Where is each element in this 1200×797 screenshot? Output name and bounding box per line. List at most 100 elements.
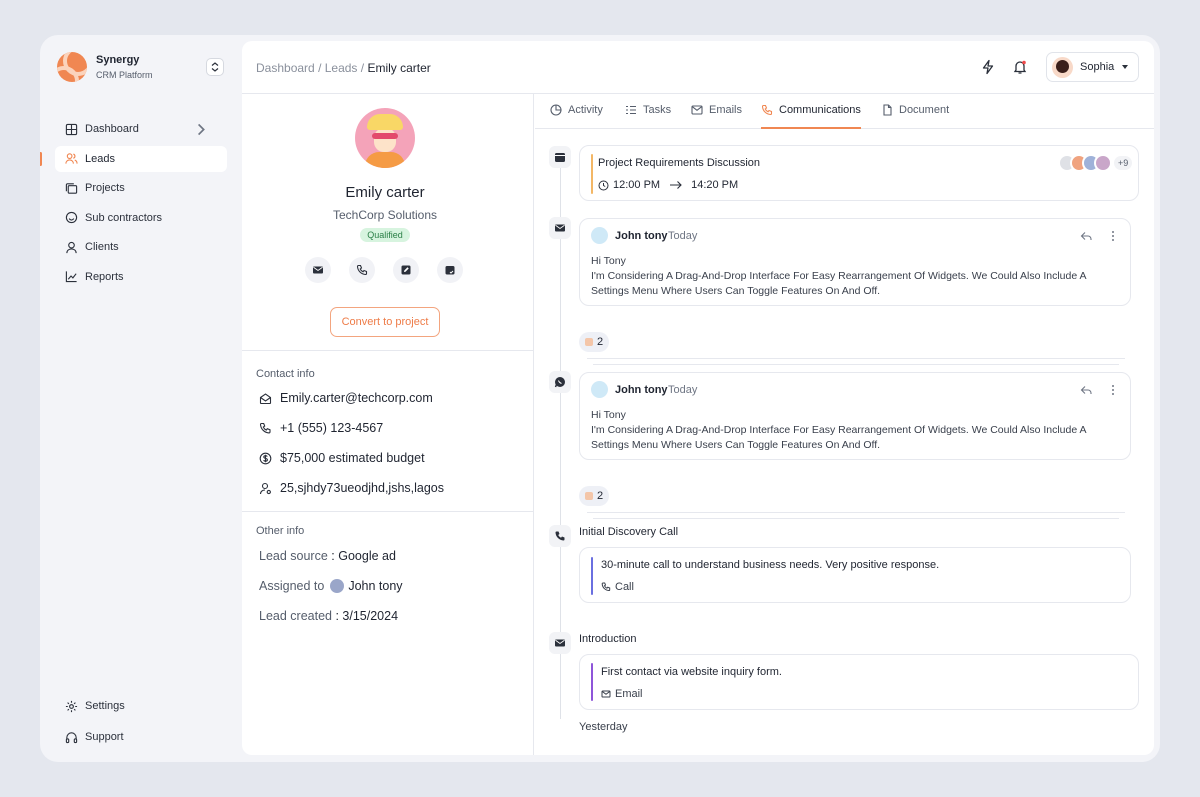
chat-bubble-icon xyxy=(554,377,565,388)
brand-subtitle: CRM Platform xyxy=(96,70,153,80)
breadcrumb-current: Emily carter xyxy=(367,61,431,75)
status-badge: Qualified xyxy=(360,228,410,242)
quick-actions xyxy=(305,257,481,283)
intro-title: Introduction xyxy=(579,633,637,645)
lead-created-label: Lead created xyxy=(259,609,332,623)
sidebar-item-label: Clients xyxy=(85,241,119,254)
call-type: Call xyxy=(601,581,634,593)
intro-summary: First contact via website inquiry form. xyxy=(601,666,782,678)
assigned-to-value[interactable]: John tony xyxy=(348,579,402,593)
chart-line-icon xyxy=(65,271,77,283)
bell-icon[interactable] xyxy=(1012,59,1028,75)
message-greeting: Hi Tony xyxy=(591,409,626,421)
note-action-button[interactable] xyxy=(393,257,419,283)
call-title: Initial Discovery Call xyxy=(579,526,679,538)
activity-panel: Activity Tasks Emails Communications Doc… xyxy=(535,94,1154,755)
lead-profile-panel: Emily carter TechCorp Solutions Qualifie… xyxy=(242,94,534,755)
call-accent-bar xyxy=(591,557,593,595)
intro-type-label: Email xyxy=(615,688,643,700)
brand-name: Synergy xyxy=(96,54,140,66)
email-action-button[interactable] xyxy=(305,257,331,283)
meeting-end: 14:20 PM xyxy=(691,179,739,191)
phone-icon xyxy=(761,104,773,116)
app-window: Synergy CRM Platform Dashboard Leads Pro… xyxy=(40,35,1160,762)
mail-icon xyxy=(601,690,611,698)
calendar-icon xyxy=(555,153,565,162)
sidebar-item-leads[interactable]: Leads xyxy=(40,145,227,172)
tab-activity[interactable]: Activity xyxy=(550,104,603,129)
lead-company: TechCorp Solutions xyxy=(332,208,438,222)
reaction-badge[interactable]: 2 xyxy=(579,332,610,352)
meeting-card[interactable]: Project Requirements Discussion 12:00 PM… xyxy=(579,145,1139,201)
tab-document[interactable]: Document xyxy=(881,104,949,129)
call-action-button[interactable] xyxy=(349,257,375,283)
sidebar-item-label: Sub contractors xyxy=(85,211,163,224)
meeting-accent-bar xyxy=(591,154,593,194)
reaction-badge[interactable]: 2 xyxy=(579,486,610,506)
timeline-mail-node xyxy=(549,632,571,654)
tab-bar: Activity Tasks Emails Communications Doc… xyxy=(535,94,1154,129)
breadcrumb-leads[interactable]: Leads xyxy=(325,61,358,75)
thread-stack xyxy=(593,364,1119,365)
intro-card[interactable]: First contact via website inquiry form. … xyxy=(579,654,1139,710)
contact-email[interactable]: Emily.carter@techcorp.com xyxy=(259,391,433,405)
sidebar-item-label: Projects xyxy=(85,182,125,195)
reaction-count: 2 xyxy=(597,336,604,348)
budget-value: $75,000 estimated budget xyxy=(280,451,425,465)
meeting-time: 12:00 PM 14:20 PM xyxy=(598,179,738,191)
more-vertical-icon[interactable] xyxy=(1107,230,1119,242)
more-vertical-icon[interactable] xyxy=(1107,384,1119,396)
chevron-updown-icon xyxy=(211,62,219,72)
thread-stack xyxy=(587,358,1125,359)
attendee-count: +9 xyxy=(1114,156,1133,170)
attendee-avatars[interactable]: +9 xyxy=(1058,154,1133,172)
message-card[interactable]: John tony Today Hi Tony I'm Considering … xyxy=(579,218,1131,306)
sidebar-item-sub-contractors[interactable]: Sub contractors xyxy=(55,205,227,231)
arrow-right-icon xyxy=(670,181,682,189)
lead-source-label: Lead source xyxy=(259,549,328,563)
timeline-calendar-node xyxy=(549,146,571,168)
sidebar-item-label: Reports xyxy=(85,270,124,283)
sidebar-item-clients[interactable]: Clients xyxy=(55,234,227,260)
breadcrumb-dashboard[interactable]: Dashboard xyxy=(256,61,315,75)
reply-icon[interactable] xyxy=(1080,384,1092,396)
avatar xyxy=(330,579,345,593)
sidebar-item-support[interactable]: Support xyxy=(55,724,227,750)
mail-icon xyxy=(555,224,565,232)
users-icon xyxy=(65,153,78,164)
main-panel: Dashboard / Leads / Emily carter Sophia … xyxy=(242,41,1154,755)
contact-phone[interactable]: +1 (555) 123-4567 xyxy=(259,421,383,435)
top-bar: Dashboard / Leads / Emily carter Sophia xyxy=(242,41,1154,94)
convert-to-project-button[interactable]: Convert to project xyxy=(330,307,440,337)
sidebar-bottom-nav: Settings Support xyxy=(55,693,227,755)
tab-emails[interactable]: Emails xyxy=(691,104,742,129)
mail-icon xyxy=(555,639,565,647)
call-card[interactable]: 30-minute call to understand business ne… xyxy=(579,547,1131,603)
headset-icon xyxy=(65,731,78,743)
folders-icon xyxy=(65,182,78,194)
workspace-switch-button[interactable] xyxy=(206,58,224,76)
calendar-check-icon xyxy=(445,266,455,275)
user-menu-button[interactable]: Sophia xyxy=(1046,52,1139,82)
gear-icon xyxy=(65,700,78,712)
message-author: John tony xyxy=(615,230,668,242)
envelope-open-icon xyxy=(259,392,272,404)
tab-tasks[interactable]: Tasks xyxy=(625,104,671,129)
avatar xyxy=(591,381,608,398)
user-pin-icon xyxy=(259,482,271,494)
phone-value: +1 (555) 123-4567 xyxy=(280,421,384,435)
pie-icon xyxy=(550,104,562,116)
tab-communications[interactable]: Communications xyxy=(761,104,861,129)
reply-icon[interactable] xyxy=(1080,230,1092,242)
sidebar-item-settings[interactable]: Settings xyxy=(55,693,227,719)
message-body: I'm Considering A Drag-And-Drop Interfac… xyxy=(591,424,1086,451)
message-card[interactable]: John tony Today Hi Tony I'm Considering … xyxy=(579,372,1131,460)
divider xyxy=(242,511,534,512)
task-action-button[interactable] xyxy=(437,257,463,283)
sidebar-item-dashboard[interactable]: Dashboard xyxy=(55,116,227,142)
sidebar-item-reports[interactable]: Reports xyxy=(55,264,227,290)
tab-label: Communications xyxy=(779,104,861,116)
breadcrumb-separator: / xyxy=(318,61,325,75)
sidebar-item-projects[interactable]: Projects xyxy=(55,175,227,201)
lightning-icon[interactable] xyxy=(980,59,996,75)
